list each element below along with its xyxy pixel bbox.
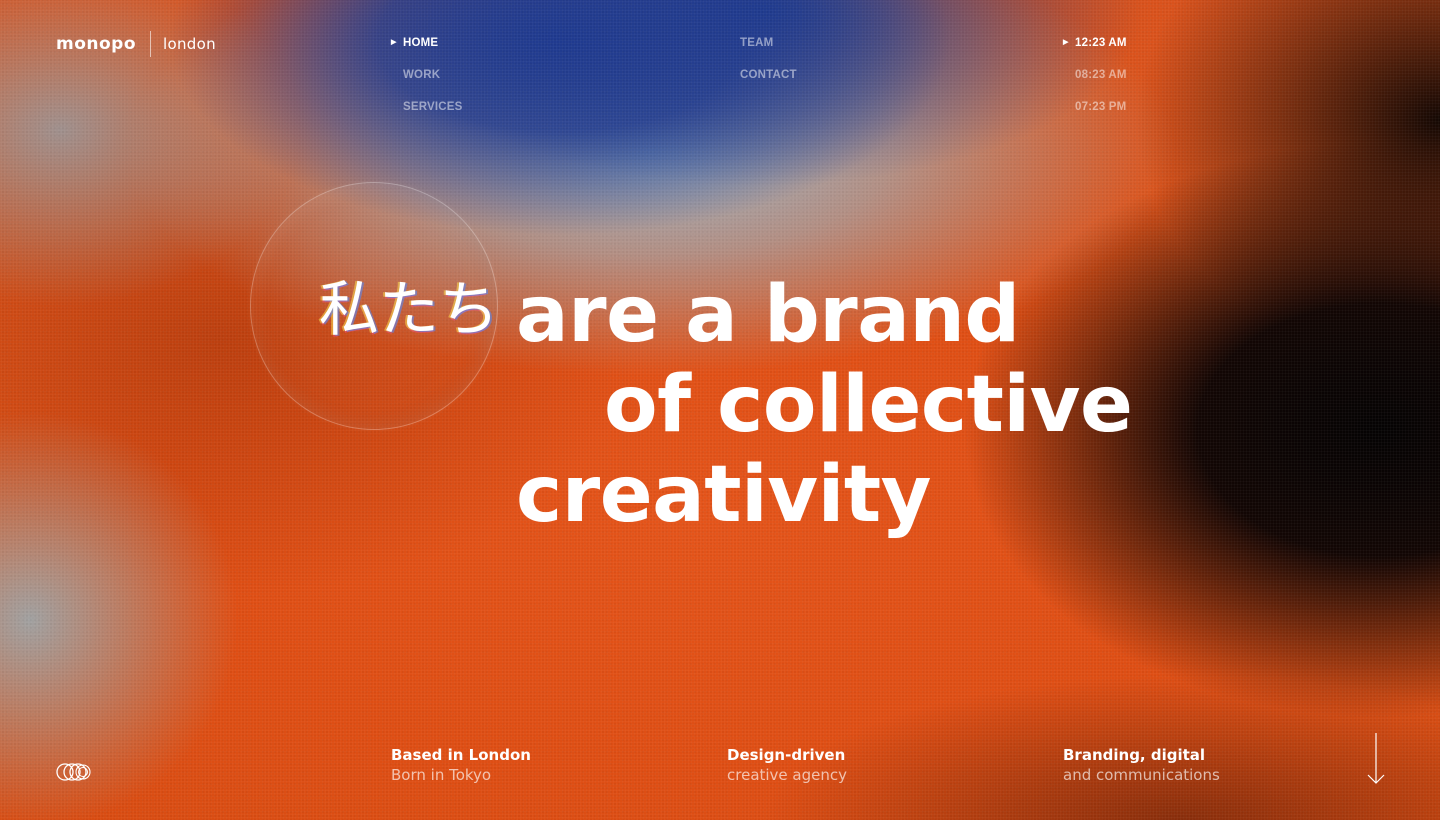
footer-subtitle: Born in Tokyo bbox=[391, 766, 492, 784]
nav-item-services[interactable]: SERVICES bbox=[391, 99, 463, 115]
triangle-right-icon: ▶ bbox=[391, 39, 397, 46]
footer-title: Based in London bbox=[391, 746, 531, 764]
footer-subtitle: creative agency bbox=[727, 766, 847, 784]
nav-item-label: TEAM bbox=[740, 37, 774, 49]
glass-lens: 私たち bbox=[250, 182, 498, 430]
triangle-right-icon: ▶ bbox=[1063, 39, 1069, 46]
headline-line-3: creativity bbox=[516, 450, 931, 540]
footer-location: Based in London Born in Tokyo bbox=[391, 745, 531, 785]
brand-name: monopo bbox=[56, 34, 137, 54]
footer-title: Design-driven bbox=[727, 746, 846, 764]
brand-logo[interactable]: monopo london bbox=[56, 31, 216, 57]
nav-item-label: SERVICES bbox=[403, 101, 463, 113]
clock-time: 08:23 AM bbox=[1075, 69, 1127, 81]
page: monopo london ▶ HOME WORK SERVICES TEAM … bbox=[0, 0, 1440, 820]
main-nav-secondary: TEAM CONTACT bbox=[728, 35, 797, 99]
lens-japanese-text: 私たち bbox=[319, 275, 498, 345]
arrow-down-icon[interactable] bbox=[1363, 732, 1389, 786]
footer-subtitle: and communications bbox=[1063, 766, 1220, 784]
footer-positioning: Design-driven creative agency bbox=[727, 745, 847, 785]
clock-time: 07:23 PM bbox=[1075, 101, 1127, 113]
clock-time: 12:23 AM bbox=[1075, 37, 1127, 49]
nav-item-team[interactable]: TEAM bbox=[728, 35, 797, 51]
clock-item-london[interactable]: ▶ 12:23 AM bbox=[1063, 35, 1127, 51]
main-nav-primary: ▶ HOME WORK SERVICES bbox=[391, 35, 463, 131]
headline-line-2: of collective bbox=[604, 360, 1133, 450]
brand-city: london bbox=[163, 35, 216, 53]
clock-item-tokyo[interactable]: 08:23 AM bbox=[1063, 67, 1127, 83]
rings-logo-icon bbox=[56, 761, 94, 783]
headline-line-1: are a brand bbox=[516, 270, 1020, 360]
clock-item-other[interactable]: 07:23 PM bbox=[1063, 99, 1127, 115]
footer-title: Branding, digital bbox=[1063, 746, 1206, 764]
nav-item-home[interactable]: ▶ HOME bbox=[391, 35, 463, 51]
nav-item-work[interactable]: WORK bbox=[391, 67, 463, 83]
office-clocks: ▶ 12:23 AM 08:23 AM 07:23 PM bbox=[1063, 35, 1127, 131]
nav-item-label: WORK bbox=[403, 69, 441, 81]
nav-item-label: CONTACT bbox=[740, 69, 797, 81]
logo-divider bbox=[150, 31, 152, 57]
footer-services: Branding, digital and communications bbox=[1063, 745, 1220, 785]
nav-item-label: HOME bbox=[403, 37, 439, 49]
nav-item-contact[interactable]: CONTACT bbox=[728, 67, 797, 83]
